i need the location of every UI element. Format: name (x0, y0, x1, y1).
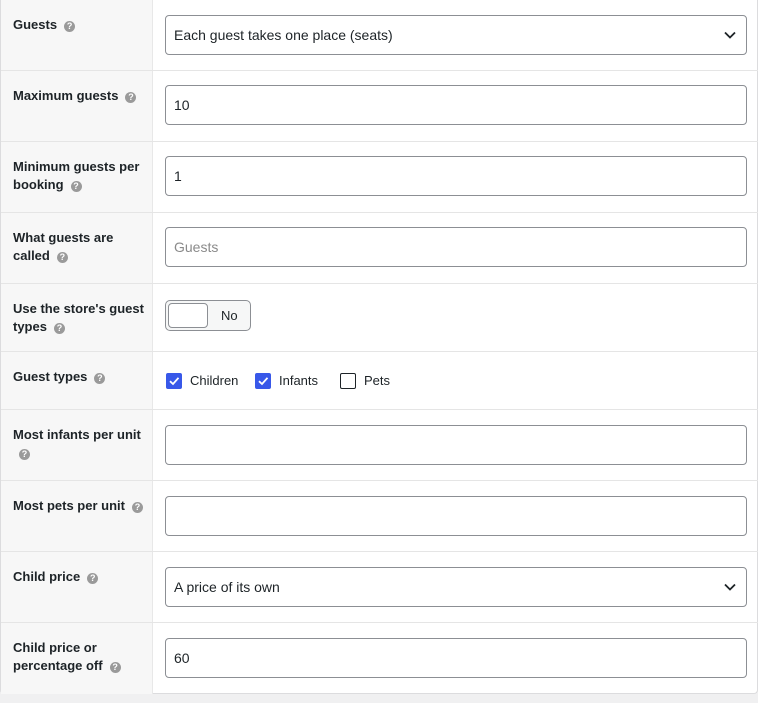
child-price-select-value: A price of its own (174, 579, 280, 595)
guests-label: Guests? (13, 16, 144, 34)
child-price-percentage-value: 60 (174, 650, 190, 666)
row-most-infants: Most infants per unit ? (1, 410, 758, 481)
label-cell: Maximum guests? (1, 71, 153, 141)
help-icon[interactable]: ? (70, 181, 82, 192)
child-price-select[interactable]: A price of its own (165, 567, 747, 607)
child-price-label: Child price? (13, 568, 144, 586)
row-child-price: Child price? A price of its own (1, 552, 758, 623)
maximum-guests-value: 10 (174, 97, 190, 113)
label-cell: Child price? (1, 552, 153, 622)
most-pets-input[interactable] (165, 496, 747, 536)
help-icon[interactable]: ? (53, 323, 65, 334)
label-cell: Guests? (1, 0, 153, 70)
check-icon (258, 377, 269, 386)
chevron-down-icon (724, 583, 736, 591)
checkbox-checked[interactable] (166, 373, 182, 389)
guest-settings-table: Guests? Each guest takes one place (seat… (0, 0, 758, 694)
label-cell: Minimum guests per booking? (1, 142, 153, 212)
minimum-guests-label: Minimum guests per booking? (13, 159, 140, 192)
row-guests: Guests? Each guest takes one place (seat… (1, 0, 758, 71)
label-cell: What guests are called? (1, 213, 153, 283)
help-icon[interactable]: ? (56, 252, 68, 263)
maximum-guests-input[interactable]: 10 (165, 85, 747, 125)
checkbox-checked[interactable] (255, 373, 271, 389)
minimum-guests-input[interactable]: 1 (165, 156, 747, 196)
maximum-guests-label: Maximum guests? (13, 87, 144, 105)
check-icon (169, 377, 180, 386)
label-cell: Use the store's guest types? (1, 284, 153, 351)
label-cell: Child price or percentage off? (1, 623, 153, 694)
guests-called-placeholder: Guests (174, 239, 219, 255)
checkbox-unchecked[interactable] (340, 373, 356, 389)
guests-called-label: What guests are called? (13, 230, 114, 263)
help-icon[interactable]: ? (19, 449, 30, 460)
row-most-pets: Most pets per unit? (1, 481, 758, 552)
row-minimum-guests: Minimum guests per booking? 1 (1, 142, 758, 213)
help-icon[interactable]: ? (64, 21, 76, 32)
checkbox-label: Pets (364, 373, 391, 388)
row-guests-called: What guests are called? Guests (1, 213, 758, 284)
child-price-percentage-input[interactable]: 60 (165, 638, 747, 678)
most-pets-label: Most pets per unit? (13, 497, 144, 515)
row-guest-types: Guest types? Children Infants Pets (1, 352, 758, 410)
guests-select-value: Each guest takes one place (seats) (174, 27, 393, 43)
guests-called-input[interactable]: Guests (165, 227, 747, 267)
label-cell: Guest types? (1, 352, 153, 409)
guest-types-label: Guest types? (13, 368, 144, 386)
toggle-knob (168, 303, 208, 328)
most-infants-label: Most infants per unit ? (13, 427, 141, 460)
help-icon[interactable]: ? (109, 662, 121, 673)
minimum-guests-value: 1 (174, 168, 182, 184)
guests-select[interactable]: Each guest takes one place (seats) (165, 15, 747, 55)
label-cell: Most infants per unit ? (1, 410, 153, 480)
row-store-guest-types: Use the store's guest types? No (1, 284, 758, 352)
label-cell: Most pets per unit? (1, 481, 153, 551)
most-infants-input[interactable] (165, 425, 747, 465)
help-icon[interactable]: ? (125, 92, 137, 103)
chevron-down-icon (724, 31, 736, 39)
row-maximum-guests: Maximum guests? 10 (1, 71, 758, 142)
checkbox-label: Children (190, 373, 239, 388)
help-icon[interactable]: ? (94, 373, 106, 384)
help-icon[interactable]: ? (87, 573, 99, 584)
store-guest-types-label: Use the store's guest types? (13, 301, 144, 334)
row-child-price-percentage: Child price or percentage off? 60 (1, 623, 758, 694)
child-price-percentage-label: Child price or percentage off? (13, 639, 144, 675)
toggle-state-text: No (221, 308, 238, 323)
help-icon[interactable]: ? (131, 502, 143, 513)
checkbox-label: Infants (279, 373, 319, 388)
store-guest-types-toggle[interactable]: No (165, 300, 251, 331)
